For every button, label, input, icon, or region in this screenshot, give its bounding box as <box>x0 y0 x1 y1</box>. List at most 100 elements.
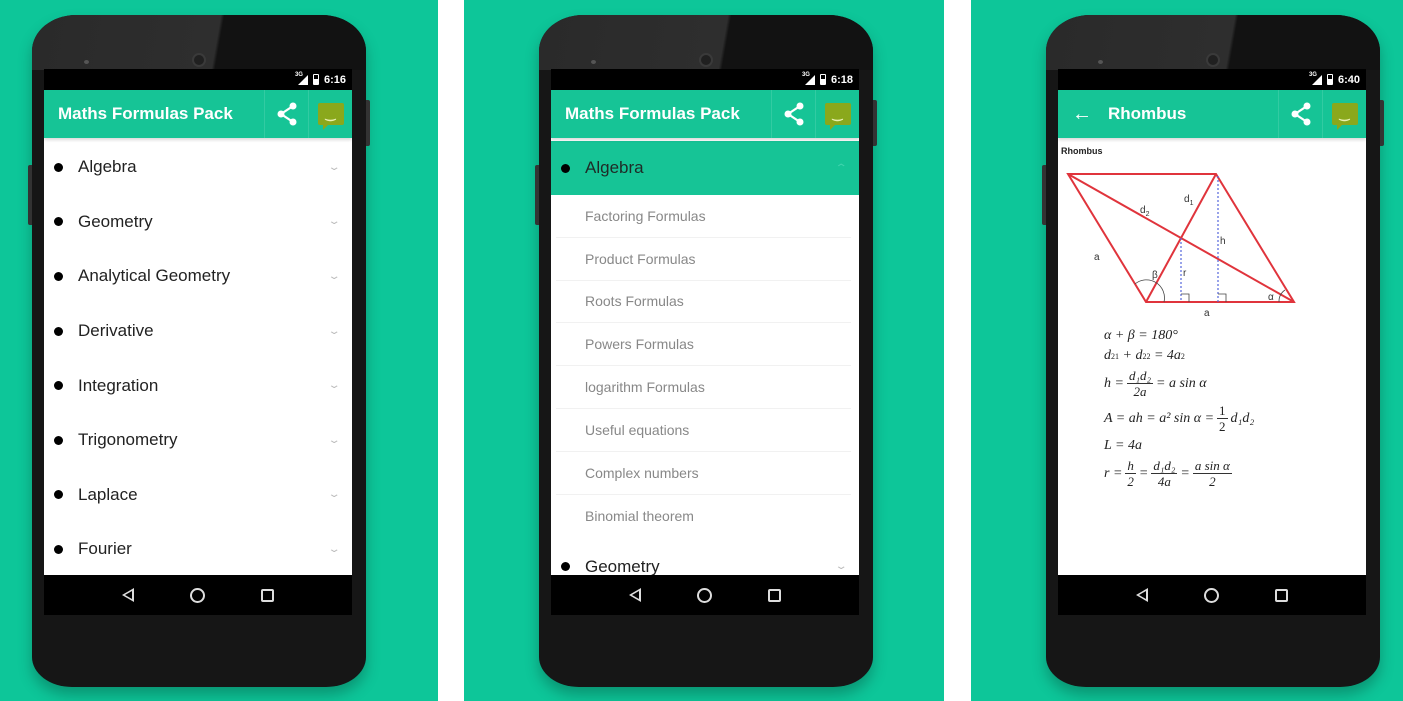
sub-list-item[interactable]: Factoring Formulas <box>556 195 851 238</box>
battery-icon <box>819 74 826 85</box>
sensor <box>1098 60 1103 64</box>
label-d1: d1 <box>1184 194 1194 207</box>
chevron-down-icon: ⌄ <box>327 380 341 392</box>
status-bar: 3G 6:18 <box>551 69 859 90</box>
sub-list-item[interactable]: Complex numbers <box>556 452 851 495</box>
bullet-icon <box>54 271 63 281</box>
formula-height: h = d₁d₂ 2a = a sin α <box>1104 368 1207 399</box>
formula-perimeter: L = 4a <box>1104 438 1142 453</box>
chevron-down-icon: ⌄ <box>327 325 341 337</box>
list-item[interactable]: Trigonometry ⌄ <box>44 413 352 468</box>
sensor <box>84 60 89 64</box>
list-item[interactable]: Derivative ⌄ <box>44 304 352 359</box>
sub-list: Factoring Formulas Product Formulas Root… <box>551 195 859 537</box>
group-label: Algebra <box>585 158 644 177</box>
smiley-message-icon: ‿ <box>824 103 851 130</box>
front-camera <box>699 53 713 67</box>
power-button <box>1380 100 1384 146</box>
group-label: Analytical Geometry <box>78 266 231 286</box>
list-item-expanded[interactable]: Algebra ⌃ <box>551 141 859 195</box>
label-side-a: a <box>1094 252 1100 263</box>
recents-nav-icon[interactable] <box>768 588 781 602</box>
share-icon <box>784 102 803 126</box>
document-heading: Rhombus <box>1061 146 1103 156</box>
formula-diagonals: d21 + d22 = 4a 2 <box>1104 348 1185 363</box>
status-bar: 3G 6:40 <box>1058 69 1366 90</box>
front-camera <box>1206 53 1220 67</box>
list-item[interactable]: Analytical Geometry ⌄ <box>44 249 352 304</box>
bullet-icon <box>54 326 63 336</box>
bullet-icon <box>54 435 63 445</box>
list-item[interactable]: Integration ⌄ <box>44 358 352 413</box>
panel-2: 3G 6:18 Maths Formulas Pack ‿ Algebra ⌃ F… <box>464 0 944 701</box>
list-item[interactable]: Algebra ⌄ <box>44 140 352 195</box>
share-button[interactable] <box>1278 90 1322 138</box>
group-label: Derivative <box>78 321 154 341</box>
home-nav-icon[interactable] <box>1204 587 1219 603</box>
label-r: r <box>1183 268 1187 279</box>
app-bar: Maths Formulas Pack ‿ <box>44 90 352 138</box>
sub-list-item[interactable]: logarithm Formulas <box>556 366 851 409</box>
label-base-a: a <box>1204 308 1210 319</box>
screen: 3G 6:18 Maths Formulas Pack ‿ Algebra ⌃ F… <box>551 69 859 615</box>
label-alpha: α <box>1268 292 1274 303</box>
feedback-button[interactable]: ‿ <box>1322 90 1366 138</box>
list-item[interactable]: Geometry ⌄ <box>44 195 352 250</box>
rhombus-diagram: a a d2 d1 h r β α <box>1066 173 1296 319</box>
battery-icon <box>312 74 319 85</box>
home-nav-icon[interactable] <box>697 587 712 603</box>
group-label: Trigonometry <box>78 430 178 450</box>
share-icon <box>277 102 296 126</box>
screen: 3G 6:40 ← Rhombus ‿ Rhombus a a d2 d1 h … <box>1058 69 1366 615</box>
smiley-message-icon: ‿ <box>1331 103 1358 130</box>
back-arrow-icon[interactable]: ← <box>1058 103 1108 126</box>
bullet-icon <box>54 490 63 500</box>
share-button[interactable] <box>264 90 308 138</box>
feedback-button[interactable]: ‿ <box>308 90 352 138</box>
recents-nav-icon[interactable] <box>1275 588 1288 602</box>
sub-list-item[interactable]: Roots Formulas <box>556 281 851 324</box>
sub-list-item[interactable]: Powers Formulas <box>556 323 851 367</box>
share-button[interactable] <box>771 90 815 138</box>
volume-button <box>535 165 539 225</box>
status-bar: 3G 6:16 <box>44 69 352 90</box>
formula-area: A = ah = a² sin α = 12 d₁d₂ <box>1104 403 1255 434</box>
front-camera <box>192 53 206 67</box>
volume-button <box>1042 165 1046 225</box>
label-beta: β <box>1152 270 1158 281</box>
group-label: Geometry <box>78 211 153 231</box>
feedback-button[interactable]: ‿ <box>815 90 859 138</box>
page-title: Rhombus <box>1108 104 1187 123</box>
back-nav-icon[interactable] <box>122 588 134 602</box>
back-nav-icon[interactable] <box>629 588 641 602</box>
phone-frame: 3G 6:16 Maths Formulas Pack ‿ Algebra ⌄ G… <box>28 15 370 687</box>
chevron-down-icon: ⌄ <box>327 434 341 446</box>
bullet-icon <box>54 381 63 391</box>
status-time: 6:40 <box>1337 73 1360 86</box>
app-title: Maths Formulas Pack <box>58 104 233 123</box>
group-label: Geometry <box>585 556 660 575</box>
chevron-down-icon: ⌄ <box>327 161 341 173</box>
panel-3: 3G 6:40 ← Rhombus ‿ Rhombus a a d2 d1 h … <box>971 0 1403 701</box>
panel-1: 3G 6:16 Maths Formulas Pack ‿ Algebra ⌄ G… <box>0 0 438 701</box>
sub-list-item[interactable]: Useful equations <box>556 409 851 452</box>
list-item[interactable]: Fourier ⌄ <box>44 522 352 575</box>
group-label: Algebra <box>78 157 137 177</box>
app-title: Maths Formulas Pack <box>565 104 740 123</box>
back-nav-icon[interactable] <box>1136 588 1148 602</box>
screen: 3G 6:16 Maths Formulas Pack ‿ Algebra ⌄ G… <box>44 69 352 615</box>
home-nav-icon[interactable] <box>190 587 205 603</box>
sub-list-item[interactable]: Product Formulas <box>556 238 851 281</box>
bullet-icon <box>561 163 570 173</box>
nav-bar <box>551 575 859 615</box>
category-list: Algebra ⌄ Geometry ⌄ Analytical Geometry ⌄ … <box>44 138 352 575</box>
app-bar: Maths Formulas Pack ‿ <box>551 90 859 138</box>
signal-icon: 3G <box>295 72 308 85</box>
sub-list-item[interactable]: Binomial theorem <box>556 495 851 538</box>
status-time: 6:16 <box>323 73 346 86</box>
bullet-icon <box>561 562 570 572</box>
list-item[interactable]: Geometry ⌄ <box>551 539 859 575</box>
recents-nav-icon[interactable] <box>261 588 274 602</box>
group-label: Laplace <box>78 484 138 504</box>
list-item[interactable]: Laplace ⌄ <box>44 468 352 523</box>
